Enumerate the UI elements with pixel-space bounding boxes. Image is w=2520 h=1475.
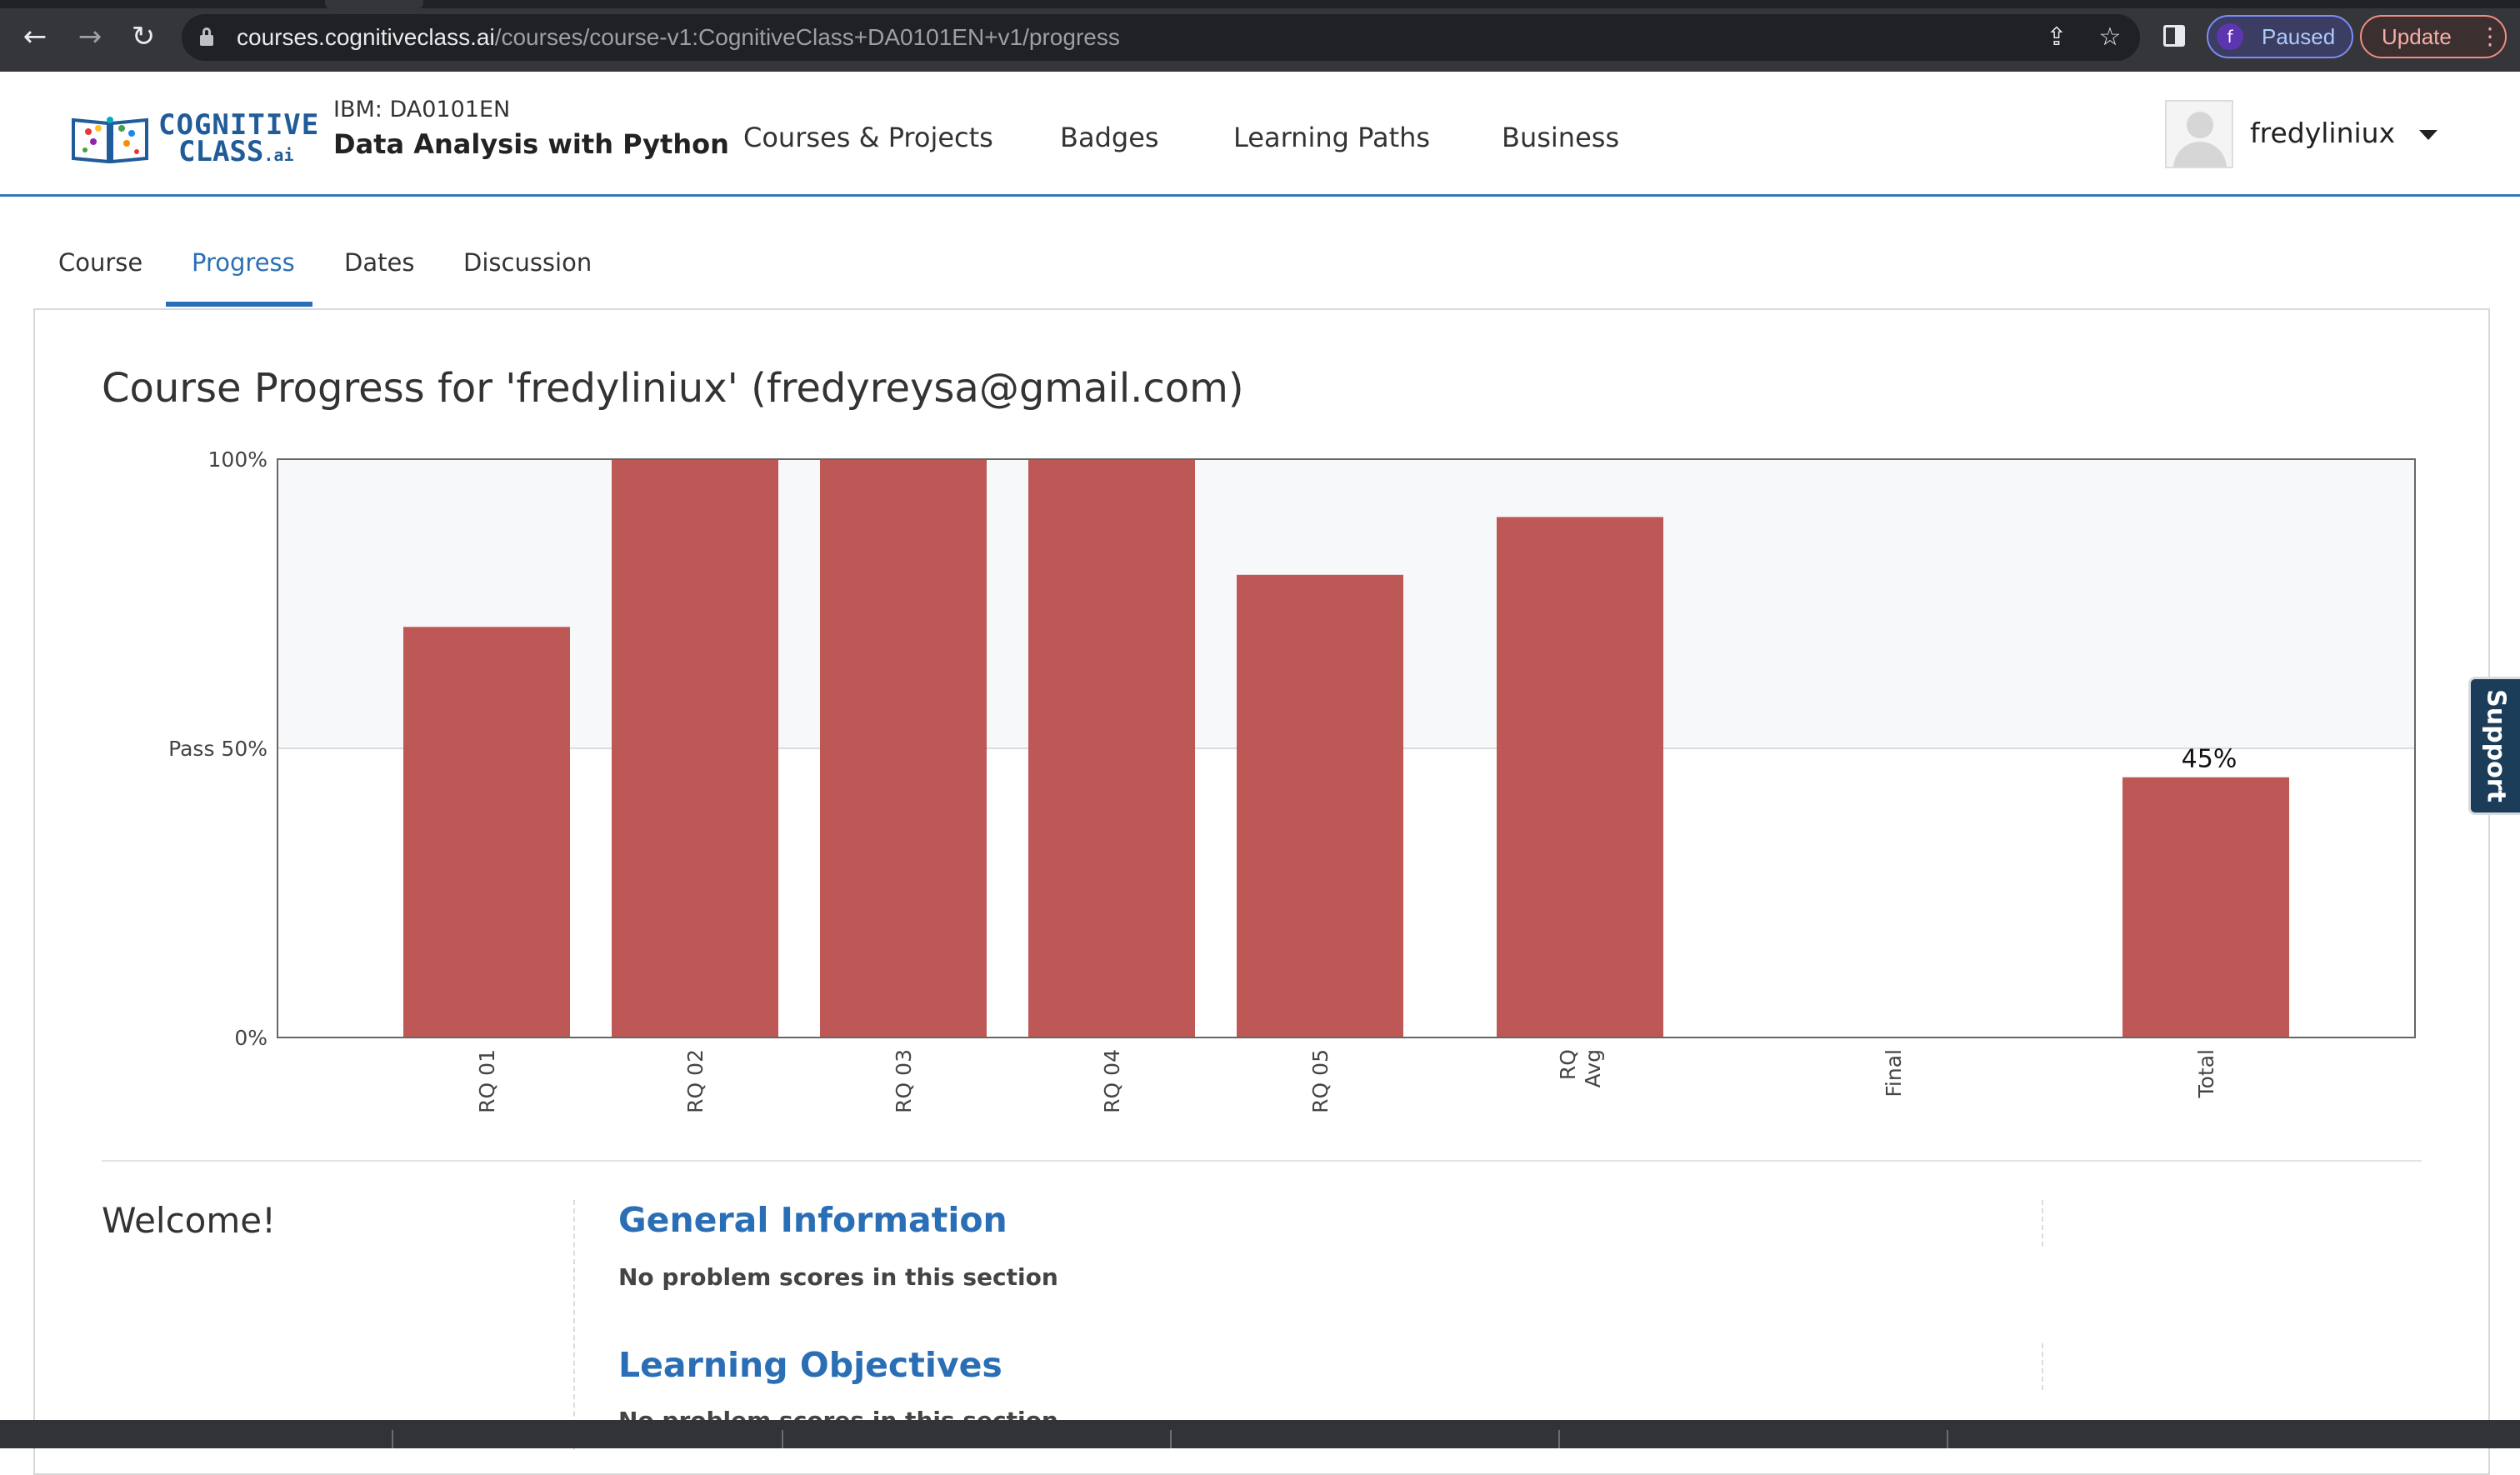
x-tick-label-text: Final — [1882, 1049, 1906, 1098]
bottom-bar-divider — [392, 1430, 393, 1448]
y-tick-label: 0% — [234, 1026, 268, 1050]
x-tick-label-text: RQ 04 — [1100, 1049, 1124, 1113]
section-divider — [102, 1160, 2422, 1162]
bar-total — [2122, 777, 2289, 1038]
y-tick-label: Pass 50% — [168, 737, 268, 761]
x-tick-label: RQ Avg — [1556, 1049, 1605, 1088]
x-tick-label-text: Total — [2194, 1049, 2218, 1098]
bottom-bar-divider — [1558, 1430, 1560, 1448]
x-tick-label: Final — [1882, 1049, 1906, 1098]
section-title-general-information[interactable]: General Information — [618, 1200, 1008, 1240]
bottom-bar-divider — [1947, 1430, 1948, 1448]
section-note-general-information: No problem scores in this section — [618, 1263, 1058, 1291]
bottom-bar-divider — [782, 1430, 783, 1448]
bar-rq-02 — [612, 459, 778, 1038]
x-tick-label: Total — [2194, 1049, 2218, 1098]
column-separator-right-2 — [2042, 1343, 2043, 1390]
bar-rq-04 — [1028, 459, 1195, 1038]
x-tick-label-text: RQ 02 — [683, 1049, 708, 1113]
data-label-total: 45% — [2182, 745, 2238, 774]
x-tick-label-text: RQ 01 — [475, 1049, 499, 1113]
bar-rq-05 — [1237, 574, 1403, 1038]
support-label: Support — [2481, 689, 2510, 802]
downloads-bar — [0, 1420, 2520, 1448]
bar-rq-avg — [1497, 517, 1663, 1038]
x-tick-label-text: RQ 05 — [1308, 1049, 1332, 1113]
bottom-bar-divider — [1170, 1430, 1172, 1448]
y-tick-label: 100% — [208, 448, 268, 472]
section-title-learning-objectives[interactable]: Learning Objectives — [618, 1345, 1002, 1385]
bar-rq-03 — [820, 459, 987, 1038]
column-separator-right — [2042, 1200, 2043, 1247]
x-tick-label: RQ 03 — [892, 1049, 916, 1113]
x-tick-label: RQ 01 — [475, 1049, 499, 1113]
x-tick-label-line: Avg — [1581, 1049, 1605, 1088]
x-tick-label: RQ 02 — [683, 1049, 708, 1113]
x-tick-label-line: RQ — [1556, 1049, 1580, 1080]
welcome-heading: Welcome! — [102, 1200, 276, 1241]
bar-rq-01 — [403, 627, 570, 1038]
progress-chart: 0% Pass 50% 100% RQ 01 RQ 02 RQ 03 RQ 04 RQ 05 R… — [168, 448, 2416, 1113]
column-separator — [573, 1200, 575, 1450]
support-tab-button[interactable]: Support — [2468, 677, 2520, 815]
x-tick-label: RQ 04 — [1100, 1049, 1124, 1113]
x-tick-label: RQ 05 — [1308, 1049, 1332, 1113]
x-tick-label-text: RQ 03 — [892, 1049, 916, 1113]
